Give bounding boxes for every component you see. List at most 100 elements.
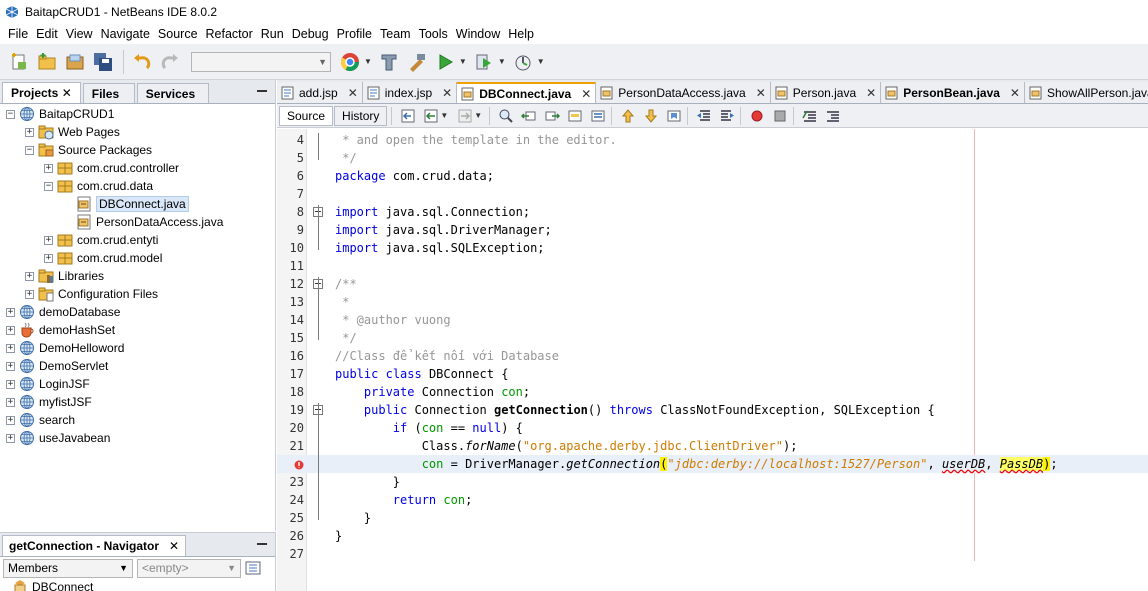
clean-build-icon[interactable] — [376, 49, 402, 75]
collapse-icon[interactable]: − — [6, 109, 15, 119]
expand-icon[interactable]: + — [6, 433, 15, 443]
code-line[interactable]: 17 public class DBConnect { — [277, 365, 1148, 383]
expand-icon[interactable]: + — [6, 397, 15, 407]
menu-window[interactable]: Window — [452, 27, 504, 41]
expand-icon[interactable]: + — [44, 163, 53, 173]
menu-source[interactable]: Source — [154, 27, 202, 41]
code-line[interactable]: 23 } — [277, 473, 1148, 491]
members-select[interactable]: Members ▼ — [3, 558, 133, 578]
close-icon[interactable]: ✕ — [756, 86, 766, 100]
filter-select[interactable]: <empty> ▼ — [137, 558, 241, 578]
collapse-icon[interactable]: − — [44, 181, 53, 191]
code-line[interactable]: 15 */ — [277, 329, 1148, 347]
expand-icon[interactable]: + — [25, 289, 34, 299]
save-all-icon[interactable] — [90, 49, 116, 75]
tree-item[interactable]: + Configuration Files — [0, 285, 275, 303]
shift-left-icon[interactable] — [694, 106, 714, 126]
chevron-down-icon[interactable]: ▼ — [364, 57, 372, 66]
code-line[interactable]: 4 * and open the template in the editor. — [277, 131, 1148, 149]
menu-navigate[interactable]: Navigate — [97, 27, 154, 41]
expand-icon[interactable]: + — [6, 325, 15, 335]
code-line[interactable]: 6 package com.crud.data; — [277, 167, 1148, 185]
new-project-icon[interactable] — [34, 49, 60, 75]
tab-history[interactable]: History — [334, 105, 388, 126]
minimize-icon[interactable] — [257, 543, 267, 545]
navigator-item[interactable]: DBConnect — [0, 579, 275, 591]
menu-edit[interactable]: Edit — [32, 27, 62, 41]
code-line[interactable]: 20 if (con == null) { — [277, 419, 1148, 437]
chevron-down-icon[interactable]: ▼ — [440, 111, 448, 120]
menu-run[interactable]: Run — [257, 27, 288, 41]
tab-source[interactable]: Source — [279, 105, 334, 126]
code-editor[interactable]: 4 * and open the template in the editor.… — [277, 129, 1148, 591]
code-line[interactable]: 10 import java.sql.SQLException; — [277, 239, 1148, 257]
tree-item[interactable]: + LoginJSF — [0, 375, 275, 393]
expand-icon[interactable]: + — [6, 379, 15, 389]
tree-item[interactable]: + useJavabean — [0, 429, 275, 447]
tree-item[interactable]: + com.crud.entyti — [0, 231, 275, 249]
tree-item[interactable]: + com.crud.controller — [0, 159, 275, 177]
expand-icon[interactable]: + — [6, 361, 15, 371]
next-bookmark-icon[interactable] — [641, 106, 661, 126]
close-icon[interactable]: ✕ — [1010, 86, 1020, 100]
toggle-highlight-icon[interactable] — [588, 106, 608, 126]
browser-icon[interactable] — [337, 49, 363, 75]
expand-icon[interactable]: + — [44, 253, 53, 263]
error-icon[interactable] — [294, 459, 304, 470]
navigator-options-icon[interactable] — [245, 560, 261, 576]
code-line[interactable]: 16 //Class để kết nối với Database — [277, 347, 1148, 365]
close-icon[interactable]: ✕ — [169, 539, 179, 556]
tree-item[interactable]: + Libraries — [0, 267, 275, 285]
code-line[interactable]: 5 */ — [277, 149, 1148, 167]
back-icon[interactable] — [421, 106, 441, 126]
expand-icon[interactable]: + — [6, 343, 15, 353]
chevron-down-icon[interactable]: ▼ — [498, 57, 506, 66]
find-next-icon[interactable] — [542, 106, 562, 126]
forward-icon[interactable] — [455, 106, 475, 126]
tree-item[interactable]: PersonDataAccess.java — [0, 213, 275, 231]
menu-view[interactable]: View — [62, 27, 97, 41]
tree-item[interactable]: + DemoHelloword — [0, 339, 275, 357]
tab-files[interactable]: Files — [82, 83, 135, 103]
chevron-down-icon[interactable]: ▼ — [537, 57, 545, 66]
tree-item[interactable]: + DemoServlet — [0, 357, 275, 375]
last-edit-icon[interactable] — [398, 106, 418, 126]
config-combo[interactable]: ▼ — [191, 51, 331, 72]
new-file-icon[interactable] — [6, 49, 32, 75]
undo-icon[interactable] — [129, 49, 155, 75]
collapse-icon[interactable]: − — [25, 145, 34, 155]
editor-tab[interactable]: PersonBean.java ✕ — [881, 82, 1025, 103]
find-icon[interactable] — [496, 106, 516, 126]
previous-bookmark-icon[interactable] — [618, 106, 638, 126]
menu-tools[interactable]: Tools — [415, 27, 452, 41]
start-macro-icon[interactable] — [747, 106, 767, 126]
code-line[interactable]: 7 — [277, 185, 1148, 203]
expand-icon[interactable]: + — [25, 127, 34, 137]
code-line[interactable]: 26} — [277, 527, 1148, 545]
tree-item[interactable]: + demoHashSet — [0, 321, 275, 339]
tree-item[interactable]: − BaitapCRUD1 — [0, 105, 275, 123]
tree-item[interactable]: DBConnect.java — [0, 195, 275, 213]
comment-icon[interactable] — [800, 106, 820, 126]
tab-services[interactable]: Services — [136, 83, 209, 103]
menu-debug[interactable]: Debug — [288, 27, 333, 41]
close-icon[interactable]: ✕ — [62, 86, 72, 100]
code-line[interactable]: 8 import java.sql.Connection; — [277, 203, 1148, 221]
redo-icon[interactable] — [157, 49, 183, 75]
uncomment-icon[interactable] — [823, 106, 843, 126]
chevron-down-icon[interactable]: ▼ — [474, 111, 482, 120]
editor-tab[interactable]: ShowAllPerson.java✕ — [1024, 82, 1148, 103]
shift-right-icon[interactable] — [717, 106, 737, 126]
tree-item[interactable]: + myfistJSF — [0, 393, 275, 411]
code-line[interactable]: 24 return con; — [277, 491, 1148, 509]
code-line[interactable]: 9 import java.sql.DriverManager; — [277, 221, 1148, 239]
close-icon[interactable]: ✕ — [442, 86, 452, 100]
code-line[interactable]: 13 * — [277, 293, 1148, 311]
run-icon[interactable] — [432, 49, 458, 75]
code-line[interactable]: 14 * @author vuong — [277, 311, 1148, 329]
menu-profile[interactable]: Profile — [333, 27, 376, 41]
menu-file[interactable]: File — [4, 27, 32, 41]
menu-team[interactable]: Team — [376, 27, 415, 41]
editor-tab[interactable]: PersonDataAccess.java ✕ — [596, 82, 771, 103]
editor-tab[interactable]: Person.java ✕ — [770, 82, 882, 103]
